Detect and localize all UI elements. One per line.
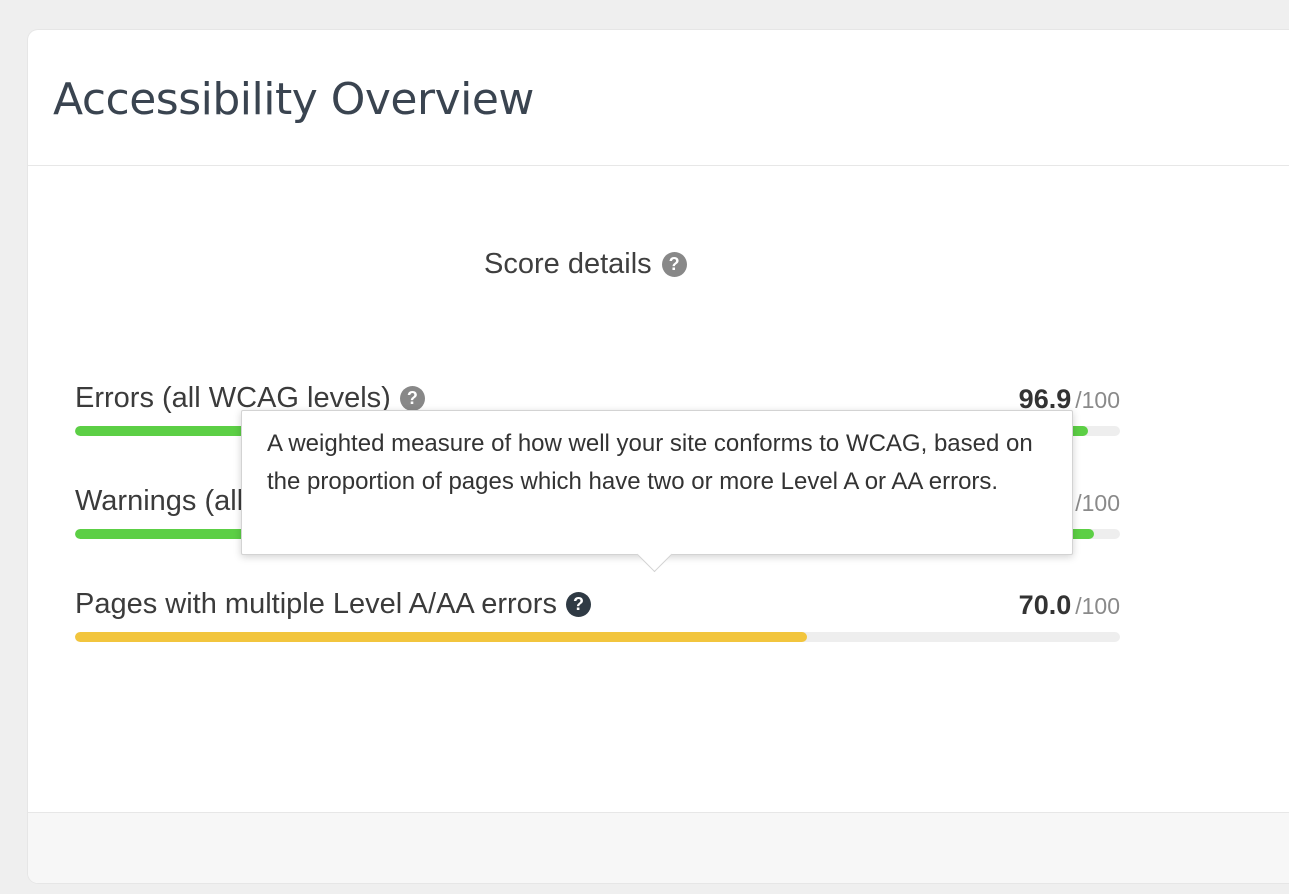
tooltip: A weighted measure of how well your site… (241, 410, 1073, 573)
card-body: Score details ? Errors (all WCAG levels)… (28, 166, 1289, 813)
metric-pages-multiple-errors: Pages with multiple Level A/AA errors ? … (75, 586, 1120, 646)
card-title: Accessibility Overview (53, 74, 534, 125)
score-bar-fill (75, 632, 807, 642)
help-icon[interactable]: ? (661, 251, 687, 277)
score-bar-track (75, 632, 1120, 642)
help-icon[interactable]: ? (399, 385, 425, 411)
metric-label: Pages with multiple Level A/AA errors (75, 588, 557, 620)
score-value: 70.0 (1018, 590, 1072, 620)
score-max: /100 (1075, 387, 1120, 413)
tooltip-arrow (636, 536, 673, 573)
metric-score: /100 (1071, 485, 1120, 524)
score-max: /100 (1075, 490, 1120, 516)
card-header: Accessibility Overview (28, 30, 1289, 166)
help-icon[interactable]: ? (565, 591, 591, 617)
metric-score: 70.0/100 (1019, 588, 1120, 627)
score-details: Score details ? (484, 244, 687, 284)
score-details-label: Score details (484, 248, 652, 280)
score-max: /100 (1075, 593, 1120, 619)
tooltip-text: A weighted measure of how well your site… (267, 430, 1033, 495)
card-footer (28, 812, 1289, 883)
accessibility-overview-card: Accessibility Overview Score details ? E… (28, 30, 1289, 883)
